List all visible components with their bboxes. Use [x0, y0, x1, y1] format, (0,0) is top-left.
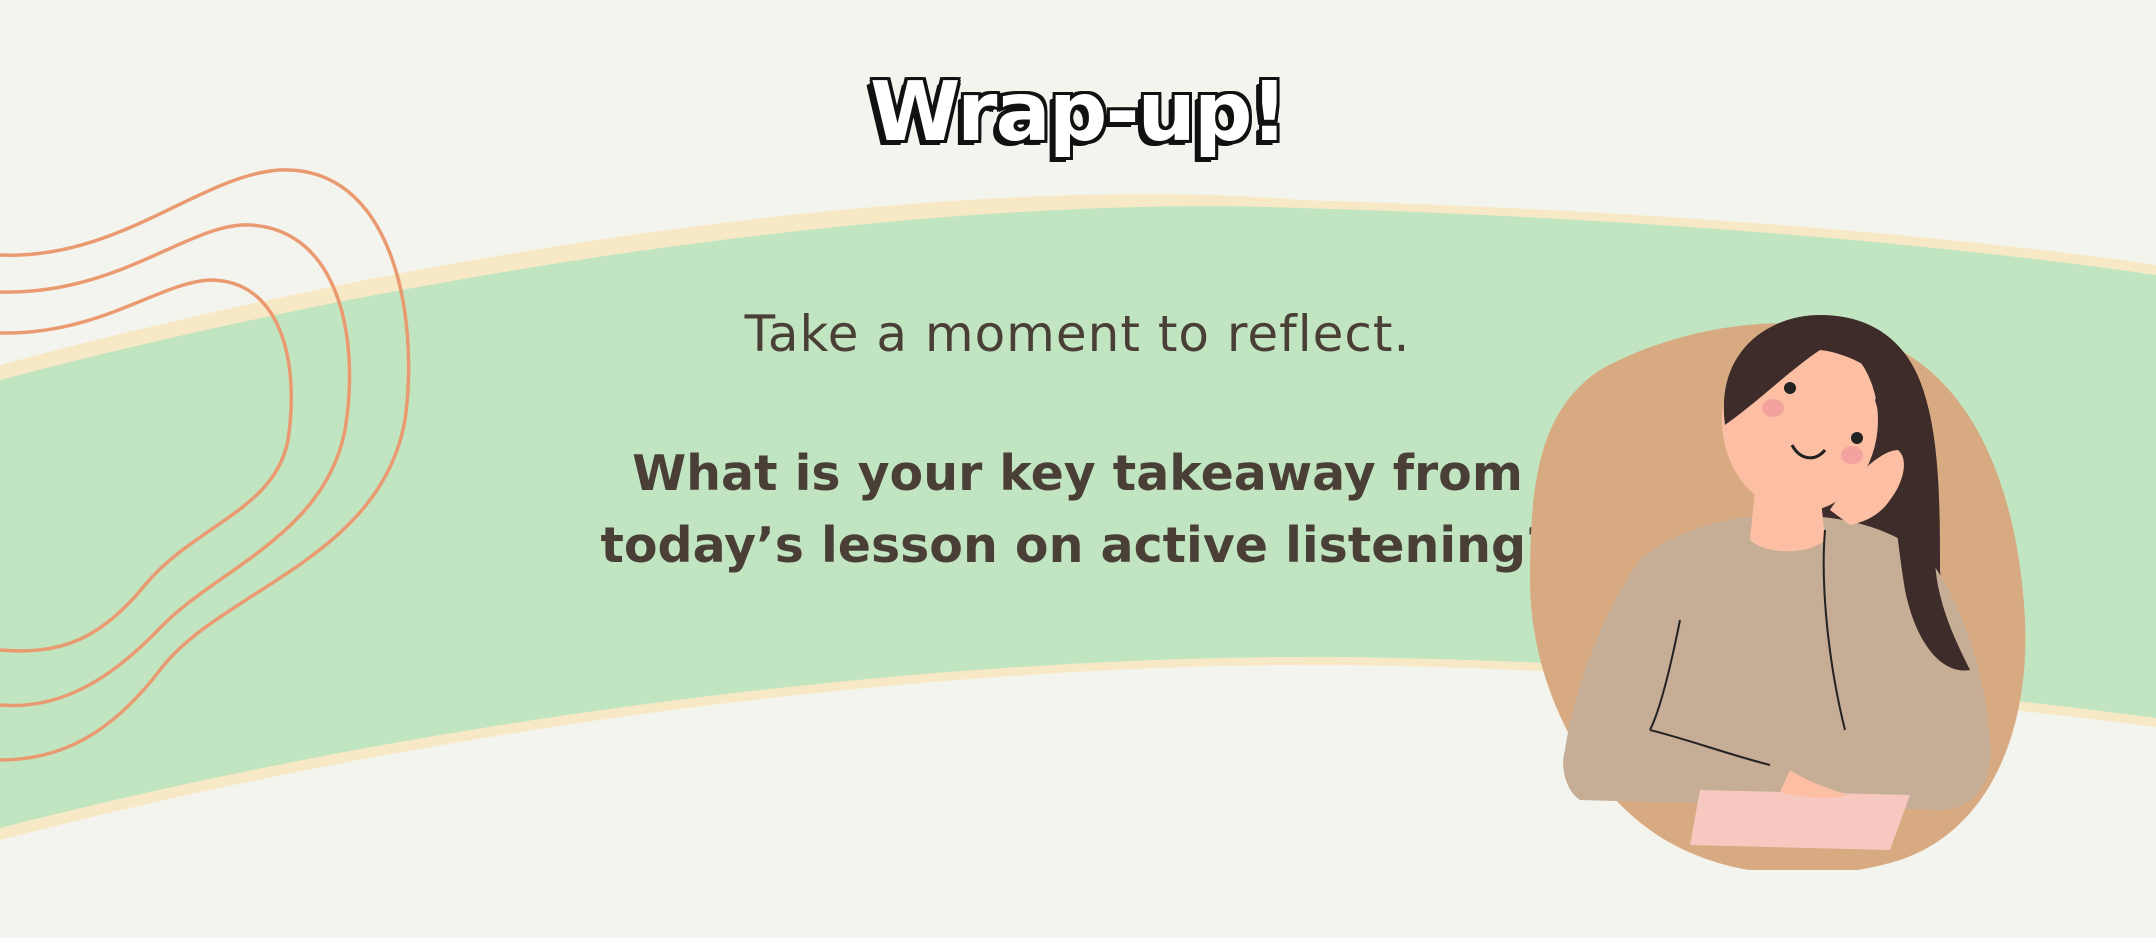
thinking-woman-illustration [1530, 315, 2026, 870]
key-takeaway-question: What is your key takeaway from today’s l… [600, 445, 1555, 574]
blush-left [1762, 399, 1784, 417]
eye-right [1851, 432, 1863, 444]
slide: Wrap-up! Take a moment to reflect. What … [0, 0, 2156, 938]
reflect-prompt: Take a moment to reflect. [744, 305, 1411, 363]
paper [1690, 790, 1910, 850]
blush-right [1841, 446, 1863, 464]
slide-title: Wrap-up! [870, 65, 1288, 160]
eye-left [1784, 382, 1796, 394]
